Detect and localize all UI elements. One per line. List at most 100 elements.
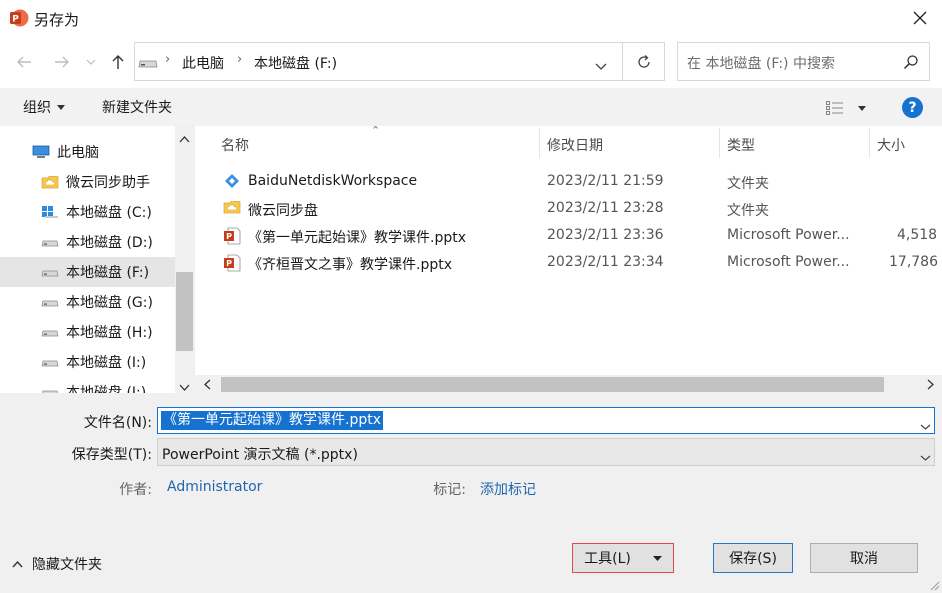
window-title: 另存为 (34, 11, 80, 29)
file-date: 2023/2/11 23:36 (547, 227, 664, 243)
sidebar-item-weiyun[interactable]: 微云同步助手 (0, 167, 175, 197)
column-divider[interactable] (539, 128, 540, 158)
filetype-select[interactable]: PowerPoint 演示文稿 (*.pptx) (157, 438, 935, 466)
sidebar-item-drive-g[interactable]: 本地磁盘 (G:) (0, 287, 175, 317)
column-header-size[interactable]: 大小 (877, 135, 905, 155)
sidebar-item-this-pc[interactable]: 此电脑 (0, 137, 175, 167)
cancel-button[interactable]: 取消 (810, 543, 918, 573)
new-folder-button[interactable]: 新建文件夹 (102, 97, 172, 117)
column-divider[interactable] (719, 128, 720, 158)
add-tags-link[interactable]: 添加标记 (480, 479, 536, 499)
title-bar (0, 0, 942, 36)
sidebar-item-label: 本地磁盘 (I:) (66, 355, 147, 371)
chevron-down-icon (920, 455, 931, 461)
filename-label: 文件名(N): (83, 415, 152, 431)
change-view-button[interactable] (826, 98, 866, 118)
file-row[interactable]: P 《第一单元起始课》教学课件.pptx 2023/2/11 23:36 Mic… (220, 222, 942, 249)
search-icon[interactable] (903, 54, 919, 74)
up-button[interactable] (106, 48, 130, 76)
organize-button[interactable]: 组织 (23, 97, 65, 117)
tools-button[interactable]: 工具(L) (572, 543, 674, 573)
column-header-date[interactable]: 修改日期 (547, 135, 603, 155)
caret-down-icon (652, 555, 662, 561)
svg-text:P: P (226, 259, 232, 268)
file-row[interactable]: BaiduNetdiskWorkspace 2023/2/11 21:59 文件… (220, 168, 942, 195)
breadcrumb-chevron-icon: › (237, 52, 243, 67)
drive-icon (138, 56, 158, 73)
nav-scrollbar[interactable] (175, 126, 195, 393)
close-button[interactable] (905, 4, 935, 32)
file-row[interactable]: P 《齐桓晋文之事》教学课件.pptx 2023/2/11 23:34 Micr… (220, 249, 942, 276)
arrow-right-icon (55, 56, 69, 68)
nav-scrollbar-thumb[interactable] (176, 272, 193, 351)
filetype-dropdown-button[interactable] (920, 449, 931, 465)
scroll-up-icon[interactable] (179, 131, 190, 147)
filename-input[interactable]: 《第一单元起始课》教学课件.pptx (157, 407, 935, 434)
file-date: 2023/2/11 21:59 (547, 173, 664, 189)
sidebar-item-label: 本地磁盘 (G:) (66, 295, 153, 311)
computer-icon (32, 145, 50, 159)
recent-locations-button[interactable] (80, 48, 102, 76)
pptx-file-icon: P (223, 227, 241, 245)
file-name: BaiduNetdiskWorkspace (248, 173, 418, 189)
filename-dropdown-button[interactable] (920, 418, 931, 434)
back-button[interactable] (12, 48, 36, 76)
search-placeholder: 在 本地磁盘 (F:) 中搜索 (687, 56, 835, 72)
drive-icon (41, 265, 59, 279)
file-row[interactable]: 微云同步盘 2023/2/11 23:28 文件夹 (220, 195, 942, 222)
scroll-left-icon[interactable] (204, 378, 211, 394)
help-button[interactable]: ? (902, 97, 923, 118)
column-header-name[interactable]: 名称 (221, 135, 249, 155)
sidebar-item-label: 本地磁盘 (H:) (66, 325, 153, 341)
filetype-label: 保存类型(T): (71, 447, 152, 463)
sidebar-item-drive-d[interactable]: 本地磁盘 (D:) (0, 227, 175, 257)
file-size: 4,518 (897, 227, 938, 243)
refresh-button[interactable] (623, 42, 665, 81)
baidu-folder-icon (223, 173, 241, 190)
column-header-type[interactable]: 类型 (727, 135, 755, 155)
author-value[interactable]: Administrator (167, 479, 262, 495)
sidebar-item-label: 本地磁盘 (C:) (66, 205, 152, 221)
sidebar-item-drive-h[interactable]: 本地磁盘 (H:) (0, 317, 175, 347)
forward-button[interactable] (50, 48, 74, 76)
sidebar-item-drive-i[interactable]: 本地磁盘 (I:) (0, 347, 175, 377)
file-name: 《第一单元起始课》教学课件.pptx (248, 230, 466, 246)
drive-icon (41, 385, 59, 393)
sidebar-item-drive-j[interactable]: 本地磁盘 (J:) (0, 377, 175, 393)
sidebar-item-label: 本地磁盘 (F:) (66, 265, 150, 281)
sidebar-item-drive-c[interactable]: 本地磁盘 (C:) (0, 197, 175, 227)
file-name: 《齐桓晋文之事》教学课件.pptx (248, 257, 452, 273)
column-divider[interactable] (869, 128, 870, 158)
resize-grip-icon[interactable] (928, 579, 940, 593)
search-input[interactable]: 在 本地磁盘 (F:) 中搜索 (677, 42, 930, 81)
drive-icon (41, 325, 59, 339)
scroll-right-icon[interactable] (927, 378, 934, 394)
file-list-hscrollbar-thumb[interactable] (221, 377, 884, 392)
sidebar-item-label: 微云同步助手 (66, 175, 150, 191)
drive-icon (41, 235, 59, 249)
tools-label: 工具(L) (584, 551, 631, 567)
breadcrumb-drive-f[interactable]: 本地磁盘 (F:) (254, 53, 337, 73)
hide-folders-button[interactable]: 隐藏文件夹 (12, 554, 102, 574)
refresh-icon (637, 54, 650, 68)
address-bar[interactable]: › 此电脑 › 本地磁盘 (F:) (134, 42, 623, 81)
powerpoint-app-icon: P (9, 8, 29, 28)
address-dropdown-button[interactable] (595, 58, 607, 74)
sidebar-item-drive-f[interactable]: 本地磁盘 (F:) (0, 257, 175, 287)
sidebar-item-label: 此电脑 (57, 145, 99, 161)
breadcrumb-this-pc[interactable]: 此电脑 (182, 53, 224, 73)
arrow-up-icon (112, 55, 124, 69)
chevron-down-icon (86, 59, 96, 65)
chevron-up-icon (12, 560, 23, 567)
file-date: 2023/2/11 23:34 (547, 254, 664, 270)
file-type: Microsoft Power... (727, 227, 850, 243)
details-view-icon (826, 101, 843, 115)
sidebar-item-label: 本地磁盘 (D:) (66, 235, 153, 251)
help-icon: ? (908, 99, 917, 116)
file-size: 17,786 (889, 254, 938, 270)
close-icon (913, 11, 927, 25)
hide-folders-label: 隐藏文件夹 (32, 557, 102, 573)
save-button[interactable]: 保存(S) (713, 543, 793, 573)
svg-text:P: P (226, 232, 232, 241)
sort-ascending-icon: ⌃ (371, 124, 381, 137)
